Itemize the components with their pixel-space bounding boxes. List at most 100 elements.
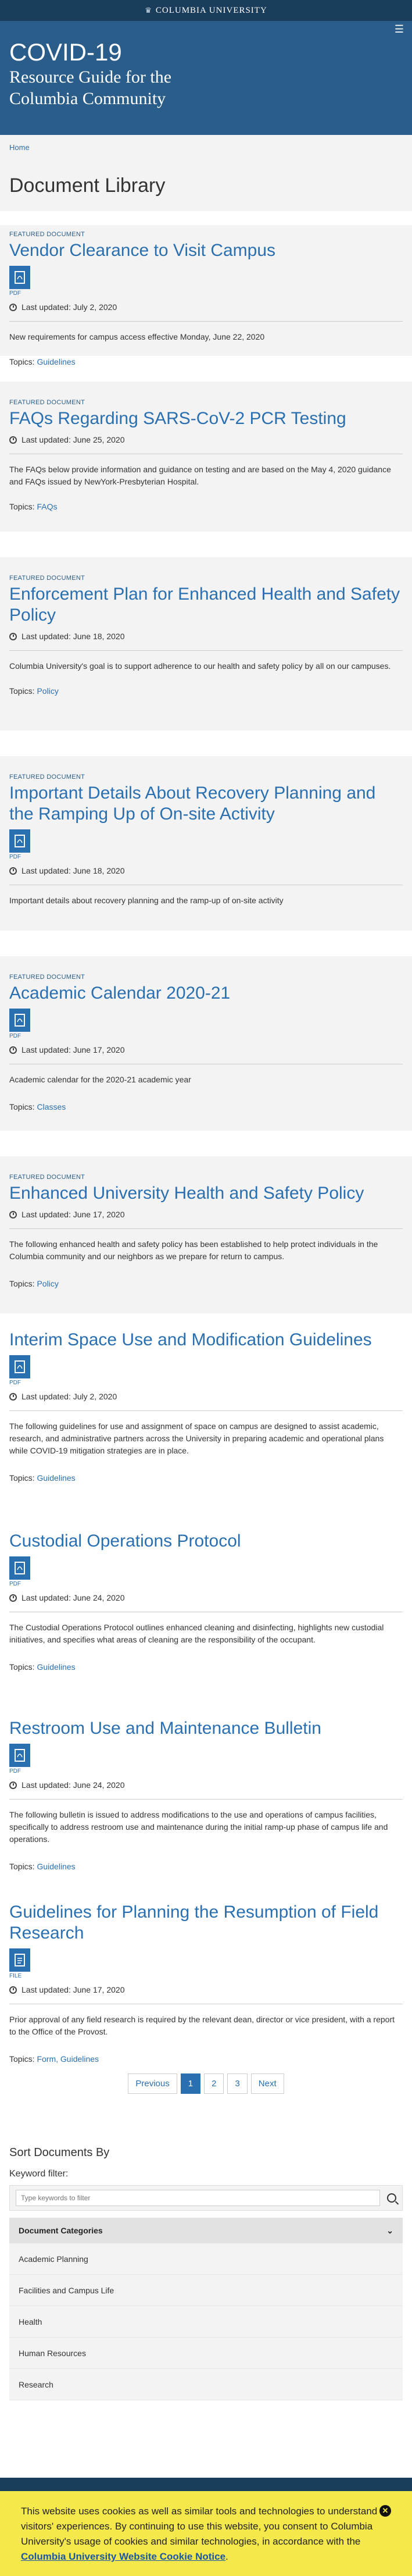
last-updated-text: Last updated: June 18, 2020 [22,866,125,875]
site-subtitle-line2: Columbia Community [9,89,166,108]
topic-link[interactable]: Form, Guidelines [37,2054,99,2064]
last-updated: Last updated: June 25, 2020 [9,435,403,444]
last-updated: Last updated: June 24, 2020 [9,1593,403,1602]
site-title[interactable]: COVID-19 [9,38,403,66]
menu-icon[interactable]: ☰ [395,23,404,35]
document-topics: Topics: Policy [9,686,403,696]
document-card: FEATURED DOCUMENT Vendor Clearance to Vi… [0,225,412,366]
topic-link[interactable]: Guidelines [37,1862,75,1871]
document-description: The following guidelines for use and ass… [9,1421,384,1455]
topic-link[interactable]: Guidelines [37,1662,75,1672]
page-title: Document Library [0,158,412,211]
pdf-icon[interactable] [9,1744,30,1767]
clock-icon [9,303,17,311]
keyword-filter-label: Keyword filter: [9,2169,69,2179]
topic-link[interactable]: Guidelines [37,357,75,366]
document-topics: Topics: Guidelines [9,1473,403,1483]
document-title[interactable]: Important Details About Recovery Plannin… [9,783,403,825]
document-topics: Topics: FAQs [9,502,403,511]
keyword-filter-input[interactable] [16,2190,380,2206]
document-description: Prior approval of any field research is … [9,2015,395,2036]
clock-icon [9,1986,17,1994]
document-title[interactable]: Academic Calendar 2020-21 [9,983,403,1004]
last-updated-text: Last updated: June 24, 2020 [22,1780,125,1790]
document-topics: Topics: Policy [9,1279,403,1288]
last-updated-text: Last updated: June 24, 2020 [22,1593,125,1602]
document-card: Custodial Operations Protocol PDF Last u… [0,1531,412,1716]
chevron-down-icon: ⌄ [386,2225,393,2235]
file-type-label: PDF [9,1033,21,1039]
document-title[interactable]: Custodial Operations Protocol [9,1531,403,1552]
document-title[interactable]: FAQs Regarding SARS-CoV-2 PCR Testing [9,408,403,429]
topic-link[interactable]: Policy [37,1279,58,1288]
last-updated: Last updated: June 18, 2020 [9,632,403,641]
clock-icon [9,1781,17,1789]
document-categories-toggle[interactable]: Document Categories ⌄ [9,2218,403,2243]
last-updated: Last updated: June 17, 2020 [9,1985,403,1994]
topic-link[interactable]: Classes [37,1102,66,1111]
site-header: ☰ COVID-19 Resource Guide for the Columb… [0,21,412,135]
university-brand[interactable]: Columbia University [156,6,267,16]
document-description: Important details about recovery plannin… [9,896,284,905]
crown-icon: ♛ [145,6,152,15]
last-updated-text: Last updated: July 2, 2020 [22,1392,117,1401]
document-card: Interim Space Use and Modification Guide… [0,1330,412,1529]
document-card: FEATURED DOCUMENT Enhanced University He… [0,1156,412,1313]
pdf-icon[interactable] [9,1355,30,1378]
document-description: Columbia University's goal is to support… [9,661,391,671]
document-card: FEATURED DOCUMENT Enforcement Plan for E… [0,557,412,731]
breadcrumb-home-link[interactable]: Home [9,143,30,152]
clock-icon [9,632,17,640]
last-updated-text: Last updated: June 25, 2020 [22,435,125,444]
topic-link[interactable]: Policy [37,686,58,696]
last-updated-text: Last updated: July 2, 2020 [22,302,117,312]
pdf-icon[interactable] [9,1556,30,1580]
document-title[interactable]: Enhanced University Health and Safety Po… [9,1183,403,1204]
file-type-label: FILE [9,1973,22,1979]
clock-icon [9,1392,17,1401]
last-updated-text: Last updated: June 17, 2020 [22,1045,125,1054]
last-updated: Last updated: June 24, 2020 [9,1780,403,1790]
page-3-button[interactable]: 3 [227,2073,248,2094]
last-updated: Last updated: June 18, 2020 [9,866,403,875]
page-2-button[interactable]: 2 [204,2073,224,2094]
page-1-button[interactable]: 1 [180,2073,201,2094]
breadcrumb: Home [0,135,412,158]
last-updated: Last updated: June 17, 2020 [9,1210,403,1219]
document-topics: Topics: Guidelines [9,1662,403,1672]
document-title[interactable]: Guidelines for Planning the Resumption o… [9,1902,403,1944]
pdf-icon[interactable] [9,1009,30,1032]
category-item[interactable]: Academic Planning [9,2243,403,2275]
file-type-label: PDF [9,1380,21,1386]
sort-panel: Sort Documents By Keyword filter: Docume… [0,2146,412,2400]
topic-link[interactable]: Guidelines [37,1473,75,1483]
category-item[interactable]: Health [9,2306,403,2338]
topics-label: Topics: [9,2054,35,2064]
document-title[interactable]: Vendor Clearance to Visit Campus [9,240,403,261]
prev-page-button[interactable]: Previous [128,2073,177,2094]
featured-label: FEATURED DOCUMENT [9,974,85,981]
pagination: Previous 1 2 3 Next [0,2073,412,2094]
last-updated: Last updated: June 17, 2020 [9,1045,403,1054]
document-title[interactable]: Enforcement Plan for Enhanced Health and… [9,584,403,626]
document-title[interactable]: Interim Space Use and Modification Guide… [9,1330,403,1351]
category-item[interactable]: Research [9,2369,403,2400]
search-icon[interactable] [387,2193,396,2203]
pdf-icon[interactable] [9,829,30,853]
next-page-button[interactable]: Next [250,2073,284,2094]
cookie-notice-link[interactable]: Columbia University Website Cookie Notic… [21,2551,225,2562]
file-icon[interactable] [9,1948,30,1972]
document-title[interactable]: Restroom Use and Maintenance Bulletin [9,1718,403,1739]
category-item[interactable]: Human Resources [9,2338,403,2369]
sort-title: Sort Documents By [9,2146,110,2159]
topics-label: Topics: [9,686,35,696]
topic-link[interactable]: FAQs [37,502,57,511]
close-icon[interactable]: ✕ [379,2505,391,2517]
cookie-banner: ✕ This website uses cookies as well as s… [0,2491,412,2576]
file-type-label: PDF [9,854,21,860]
pdf-icon[interactable] [9,266,30,289]
topics-label: Topics: [9,1662,35,1672]
category-item[interactable]: Facilities and Campus Life [9,2275,403,2306]
divider [9,321,403,322]
document-description: New requirements for campus access effec… [9,332,265,341]
